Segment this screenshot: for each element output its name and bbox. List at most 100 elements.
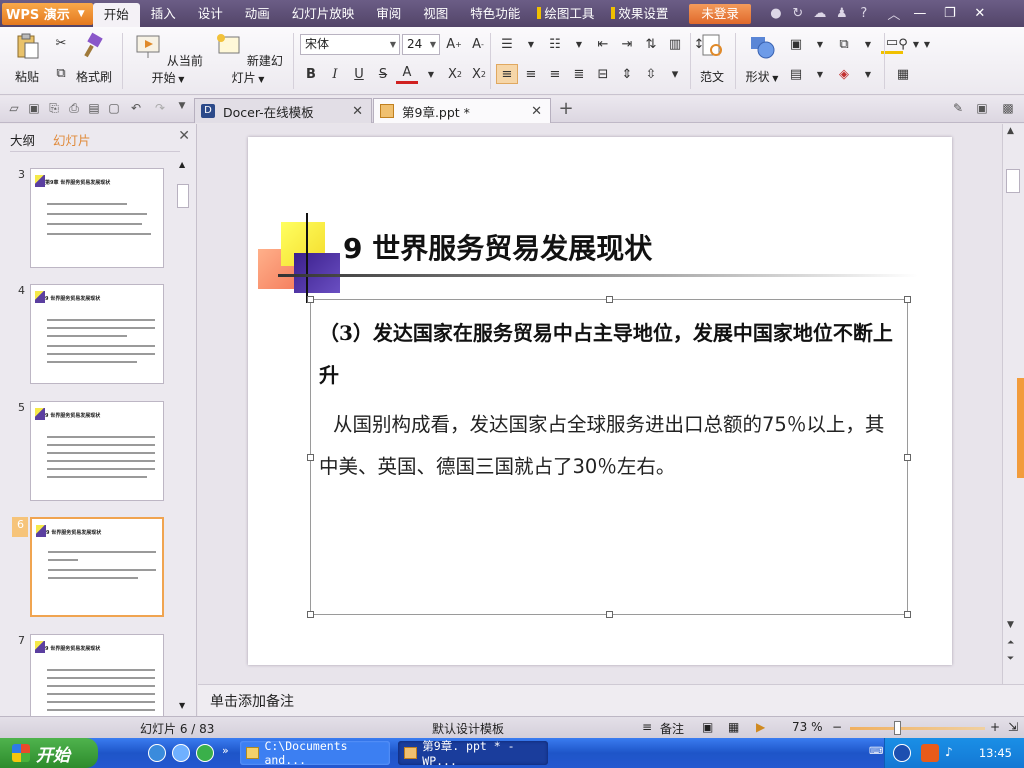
arrange-icon[interactable]: ⧉ — [833, 34, 855, 54]
start-button[interactable]: 开始 — [0, 738, 98, 768]
slide-title[interactable]: 9 世界服务贸易发展现状 — [343, 227, 652, 267]
find-icon[interactable]: ⚲ — [892, 34, 914, 54]
resize-handle[interactable] — [904, 296, 911, 303]
new-tab-icon[interactable]: + — [558, 98, 574, 119]
decrease-indent-icon[interactable]: ⇤ — [592, 34, 614, 54]
sync-icon[interactable]: ↻ — [787, 6, 809, 21]
bold-icon[interactable]: B — [300, 64, 322, 84]
login-button[interactable]: 未登录 — [689, 3, 751, 24]
paste-button[interactable]: 粘贴 — [8, 31, 46, 85]
zoom-in-icon[interactable]: + — [990, 720, 1000, 734]
wps-logo-button[interactable]: WPS 演示 ▼ — [2, 2, 93, 25]
preview-icon[interactable]: ▢ — [106, 101, 122, 117]
minimize-icon[interactable]: — — [905, 6, 935, 21]
align-right-icon[interactable]: ≡ — [544, 64, 566, 84]
media-icon[interactable] — [196, 744, 214, 762]
select-icon[interactable]: ▦ — [892, 64, 914, 84]
font-size-select[interactable]: 24 ▼ — [402, 34, 440, 55]
content-heading[interactable]: （3）发达国家在服务贸易中占主导地位，发展中国家地位不断上升 — [319, 312, 899, 396]
notes-toggle-label[interactable]: 备注 — [660, 720, 684, 737]
menu-features[interactable]: 特色功能 — [459, 0, 531, 27]
scroll-thumb[interactable] — [1006, 169, 1020, 193]
scroll-down-icon[interactable]: ▼ — [1007, 620, 1014, 630]
normal-view-icon[interactable]: ▣ — [702, 720, 713, 734]
picture-dropdown-icon[interactable]: ▼ — [809, 34, 831, 54]
content-textbox[interactable]: （3）发达国家在服务贸易中占主导地位，发展中国家地位不断上升 从国别构成看，发达… — [307, 296, 911, 618]
textbox-icon[interactable]: ▤ — [785, 64, 807, 84]
menu-effect-settings[interactable]: 效果设置 — [605, 0, 679, 27]
new-slide-button[interactable]: 新建幻灯片 ▼ — [210, 31, 286, 86]
underline-icon[interactable]: U — [348, 64, 370, 84]
content-body[interactable]: 从国别构成看，发达国家占全球服务进出口总额的75％以上，其中美、英国、德国三国就… — [319, 404, 899, 488]
cut-icon[interactable]: ✂ — [50, 33, 72, 53]
column-icon[interactable]: ▥ — [664, 34, 686, 54]
pin-icon[interactable]: ✎ — [950, 101, 966, 117]
prev-slide-icon[interactable]: ⏶ — [1007, 638, 1014, 648]
notes-pane[interactable]: 单击添加备注 — [198, 684, 1024, 716]
increase-indent-icon[interactable]: ⇥ — [616, 34, 638, 54]
zoom-slider[interactable] — [850, 727, 985, 730]
slide-thumbnail-5[interactable]: 9 世界服务贸易发展现状 — [30, 401, 164, 501]
paint-dropdown-icon[interactable]: ▼ — [857, 64, 879, 84]
font-name-select[interactable]: 宋体 ▼ — [300, 34, 400, 55]
resize-handle[interactable] — [307, 611, 314, 618]
resize-handle[interactable] — [904, 454, 911, 461]
print-icon[interactable]: ⎙ — [66, 101, 82, 117]
tab-outline[interactable]: 大纲 — [10, 130, 35, 149]
menu-insert[interactable]: 插入 — [140, 0, 187, 27]
menu-drawing-tools[interactable]: 绘图工具 — [531, 0, 605, 27]
tab-close-all-icon[interactable]: ▩ — [1000, 101, 1016, 117]
distribute-icon[interactable]: ⊟ — [592, 64, 614, 84]
format-painter-button[interactable]: 格式刷 — [74, 31, 114, 85]
quicklaunch-more-icon[interactable]: » — [222, 744, 229, 757]
scroll-up-icon[interactable]: ▲ — [179, 160, 185, 169]
close-icon[interactable]: ✕ — [965, 6, 995, 21]
collapse-ribbon-icon[interactable]: ︿ — [883, 4, 905, 23]
justify-icon[interactable]: ≣ — [568, 64, 590, 84]
scroll-up-icon[interactable]: ▲ — [1007, 126, 1014, 136]
slide-sorter-icon[interactable]: ▦ — [728, 720, 739, 734]
customize-dropdown-icon[interactable]: ▼ — [174, 101, 190, 117]
undo-icon[interactable]: ↶ — [128, 101, 144, 117]
align-center-icon[interactable]: ≡ — [520, 64, 542, 84]
italic-icon[interactable]: I — [324, 64, 346, 84]
resize-handle[interactable] — [904, 611, 911, 618]
thumbnails-scrollbar[interactable]: ▲ ▼ — [176, 160, 190, 710]
bullets-icon[interactable]: ☰ — [496, 34, 518, 54]
slide-canvas[interactable]: 9 世界服务贸易发展现状 （3）发达国家在服务贸易中占主导地位，发展中国家地位不… — [248, 137, 952, 665]
tab-docer[interactable]: D Docer-在线模板 ✕ — [194, 98, 372, 123]
redo-icon[interactable]: ↷ — [152, 101, 168, 117]
textbox-dropdown-icon[interactable]: ▼ — [809, 64, 831, 84]
from-current-button[interactable]: 从当前开始 ▼ — [130, 31, 206, 86]
scroll-thumb[interactable] — [177, 184, 189, 208]
slide-thumbnail-3[interactable]: 第9章 世界服务贸易发展现状 — [30, 168, 164, 268]
close-icon[interactable]: ✕ — [178, 128, 190, 144]
network-icon[interactable] — [893, 744, 911, 762]
slide-thumbnail-7[interactable]: 9 世界服务贸易发展现状 — [30, 634, 164, 718]
save-icon[interactable]: ▣ — [26, 101, 42, 117]
tab-document[interactable]: 第9章.ppt * ✕ — [373, 98, 551, 123]
close-icon[interactable]: ✕ — [531, 104, 542, 119]
tab-slides[interactable]: 幻灯片 — [53, 130, 91, 149]
paint-bucket-icon[interactable]: ◈ — [833, 64, 855, 84]
strikethrough-icon[interactable]: S — [372, 64, 394, 84]
picture-icon[interactable]: ▣ — [785, 34, 807, 54]
taskbar-explorer-window[interactable]: C:\Documents and... — [240, 739, 390, 767]
tab-menu-icon[interactable]: ▣ — [974, 101, 990, 117]
numbering-dropdown-icon[interactable]: ▼ — [568, 34, 590, 54]
resize-handle[interactable] — [606, 296, 613, 303]
ie-icon[interactable] — [148, 744, 166, 762]
shrink-font-icon[interactable]: A- — [467, 34, 489, 54]
paragraph-more-icon[interactable]: ▾ — [664, 64, 686, 84]
text-direction-icon[interactable]: ⇅ — [640, 34, 662, 54]
resize-handle[interactable] — [606, 611, 613, 618]
restore-icon[interactable]: ❐ — [935, 6, 965, 21]
copy-icon[interactable]: ⧉ — [50, 63, 72, 83]
numbering-icon[interactable]: ☷ — [544, 34, 566, 54]
skin-icon[interactable]: ● — [765, 6, 787, 21]
close-icon[interactable]: ✕ — [352, 104, 363, 119]
help-icon[interactable]: ? — [853, 6, 875, 21]
paragraph-spacing-icon[interactable]: ⇳ — [640, 64, 662, 84]
slide-thumbnail-6[interactable]: 9 世界服务贸易发展现状 — [30, 517, 164, 617]
export-icon[interactable]: ⎘ — [46, 101, 62, 117]
